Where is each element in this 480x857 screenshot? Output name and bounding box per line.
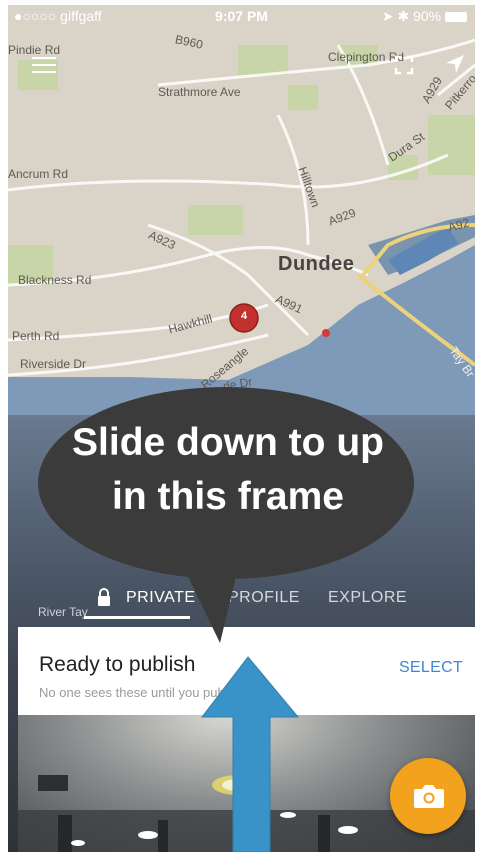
swipe-up-arrow-icon <box>200 656 300 852</box>
app-frame: Pindie Rd B960 Clepington Rd Strathmore … <box>8 5 475 852</box>
